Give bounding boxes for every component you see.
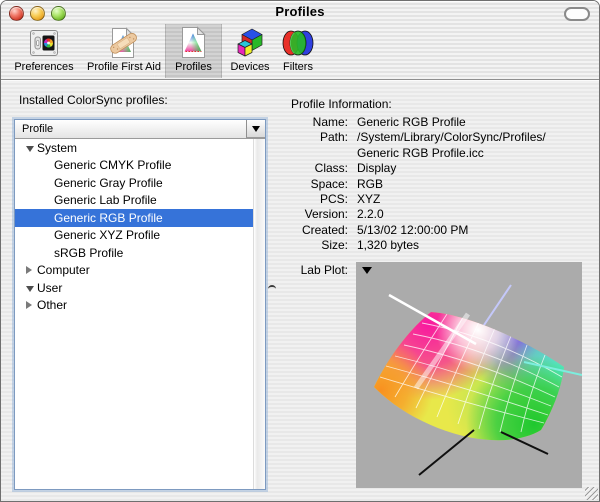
field-label: Created: bbox=[291, 223, 348, 238]
toolbar-label-filters: Filters bbox=[283, 61, 313, 74]
toolbar-item-preferences[interactable]: Preferences bbox=[9, 24, 79, 78]
tree-item-generic-rgb-selected[interactable]: Generic RGB Profile bbox=[15, 209, 254, 227]
colorsync-profiles-window: Profiles bbox=[0, 0, 600, 502]
field-row-path: Path: /System/Library/ColorSync/Profiles… bbox=[291, 130, 591, 145]
field-row-version: Version: 2.2.0 bbox=[291, 207, 591, 222]
field-row-created: Created: 5/13/02 12:00:00 PM bbox=[291, 223, 591, 238]
tree-item-label: Generic XYZ Profile bbox=[54, 228, 160, 242]
field-row-space: Space: RGB bbox=[291, 177, 591, 192]
list-column-header[interactable]: Profile bbox=[15, 120, 265, 139]
field-label bbox=[291, 146, 348, 161]
toolbar-item-devices[interactable]: Devices bbox=[224, 24, 276, 78]
window-chrome: Profiles bbox=[1, 1, 599, 80]
field-value: RGB bbox=[357, 177, 383, 192]
field-value: Generic RGB Profile bbox=[357, 115, 466, 130]
gamut-surface-plot bbox=[356, 262, 582, 488]
tree-item-label: Computer bbox=[37, 263, 90, 277]
toolbar-item-profile-first-aid[interactable]: Profile First Aid bbox=[81, 24, 167, 78]
lab-plot-menu-arrow[interactable] bbox=[362, 267, 372, 274]
lab-plot-view[interactable] bbox=[356, 262, 582, 488]
field-value: 5/13/02 12:00:00 PM bbox=[357, 223, 468, 238]
filters-icon bbox=[281, 24, 315, 61]
field-label: Space: bbox=[291, 177, 348, 192]
tree-item-label: Generic RGB Profile bbox=[54, 211, 163, 225]
profile-information-heading: Profile Information: bbox=[291, 97, 392, 111]
lab-plot-label: Lab Plot: bbox=[291, 263, 348, 277]
toolbar-label-preferences: Preferences bbox=[14, 61, 73, 74]
installed-profiles-heading: Installed ColorSync profiles: bbox=[19, 93, 168, 107]
profiles-icon bbox=[180, 24, 207, 61]
field-value: 1,320 bytes bbox=[357, 238, 419, 253]
pane-splitter-handle[interactable] bbox=[268, 285, 276, 292]
field-label: Class: bbox=[291, 161, 348, 176]
field-row-pcs: PCS: XYZ bbox=[291, 192, 591, 207]
profiles-tree: System Generic CMYK Profile Generic Gray… bbox=[15, 139, 254, 489]
disclosure-closed-icon[interactable] bbox=[26, 301, 37, 309]
field-value: XYZ bbox=[357, 192, 380, 207]
toolbar-label-profile-first-aid: Profile First Aid bbox=[87, 61, 161, 74]
field-value: Generic RGB Profile.icc bbox=[357, 146, 484, 161]
field-label: Version: bbox=[291, 207, 348, 222]
titlebar[interactable]: Profiles bbox=[1, 1, 599, 23]
tree-item-generic-lab[interactable]: Generic Lab Profile bbox=[15, 192, 254, 210]
field-value: 2.2.0 bbox=[357, 207, 384, 222]
preferences-icon bbox=[29, 24, 59, 61]
tree-item-label: Generic CMYK Profile bbox=[54, 158, 171, 172]
devices-icon bbox=[235, 24, 265, 61]
field-label: Path: bbox=[291, 130, 348, 145]
tree-item-label: System bbox=[37, 141, 77, 155]
tree-item-generic-gray[interactable]: Generic Gray Profile bbox=[15, 174, 254, 192]
disclosure-open-icon[interactable] bbox=[26, 284, 37, 292]
field-label: Size: bbox=[291, 238, 348, 253]
column-menu-button[interactable] bbox=[246, 120, 265, 138]
tree-item-label: User bbox=[37, 281, 62, 295]
toolbar-item-profiles[interactable]: Profiles bbox=[165, 24, 222, 78]
field-row-class: Class: Display bbox=[291, 161, 591, 176]
tree-item-user[interactable]: User bbox=[15, 279, 254, 297]
window-title: Profiles bbox=[1, 4, 599, 19]
tree-item-label: Other bbox=[37, 298, 67, 312]
tree-item-other[interactable]: Other bbox=[15, 297, 254, 315]
dropdown-arrow-icon bbox=[252, 126, 260, 132]
field-value: /System/Library/ColorSync/Profiles/ bbox=[357, 130, 546, 145]
tree-item-generic-xyz[interactable]: Generic XYZ Profile bbox=[15, 227, 254, 245]
field-row-name: Name: Generic RGB Profile bbox=[291, 115, 591, 130]
field-label: PCS: bbox=[291, 192, 348, 207]
list-scrollbar[interactable] bbox=[253, 139, 265, 489]
toolbar-toggle-button[interactable] bbox=[564, 7, 590, 21]
profile-info-fields: Name: Generic RGB Profile Path: /System/… bbox=[291, 115, 591, 254]
toolbar-label-profiles: Profiles bbox=[175, 61, 212, 74]
disclosure-open-icon[interactable] bbox=[26, 144, 37, 152]
tree-item-srgb[interactable]: sRGB Profile bbox=[15, 244, 254, 262]
field-row-size: Size: 1,320 bytes bbox=[291, 238, 591, 253]
field-row-path-line2: Generic RGB Profile.icc bbox=[291, 146, 591, 161]
list-column-header-label: Profile bbox=[22, 123, 53, 135]
field-value: Display bbox=[357, 161, 396, 176]
toolbar-item-filters[interactable]: Filters bbox=[277, 24, 319, 78]
window-resize-grip[interactable] bbox=[585, 487, 598, 500]
tree-item-computer[interactable]: Computer bbox=[15, 262, 254, 280]
tree-item-system[interactable]: System bbox=[15, 139, 254, 157]
tree-item-label: Generic Gray Profile bbox=[54, 176, 163, 190]
field-label: Name: bbox=[291, 115, 348, 130]
toolbar-label-devices: Devices bbox=[230, 61, 269, 74]
tree-item-label: Generic Lab Profile bbox=[54, 193, 157, 207]
disclosure-closed-icon[interactable] bbox=[26, 266, 37, 274]
profiles-list: Profile System Generic CMYK Profile Gene… bbox=[14, 119, 266, 490]
tree-item-generic-cmyk[interactable]: Generic CMYK Profile bbox=[15, 157, 254, 175]
tree-item-label: sRGB Profile bbox=[54, 246, 123, 260]
profile-first-aid-icon bbox=[107, 24, 141, 61]
